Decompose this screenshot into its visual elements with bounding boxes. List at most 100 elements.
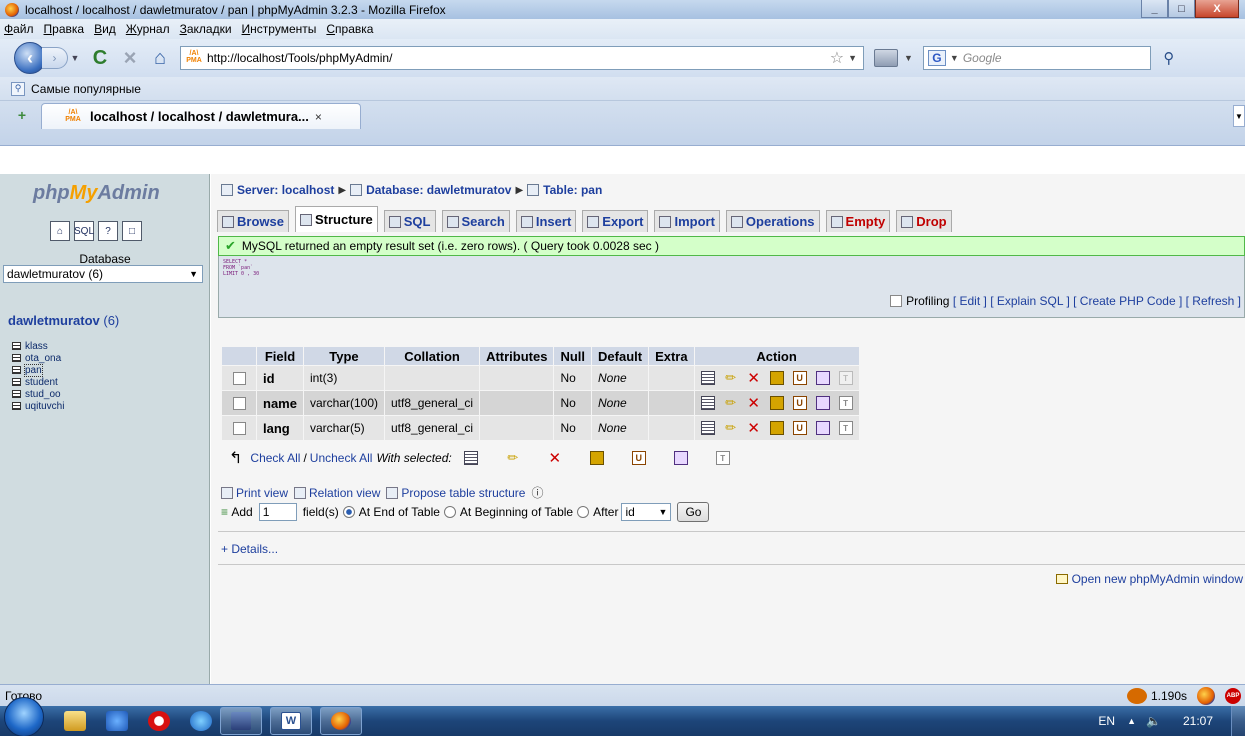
index-icon[interactable] [815,396,830,410]
menu-history[interactable]: Журнал [126,22,170,36]
adblock-icon[interactable]: ABP [1225,687,1241,704]
index-selected-icon[interactable] [673,451,688,465]
after-field-select[interactable]: id ▼ [621,503,672,521]
index-icon[interactable] [815,371,830,385]
at-beginning-radio[interactable] [443,506,456,518]
edit-selected-icon[interactable]: ✏ [506,450,520,465]
table-item-stud-oo[interactable]: stud_oo [12,388,64,400]
menu-tools[interactable]: Инструменты [242,22,317,36]
internet-explorer-icon[interactable] [190,711,212,731]
tab-import[interactable]: Import [654,210,720,232]
history-dropdown-icon[interactable]: ▼ [68,47,82,69]
clock[interactable]: 21:07 [1183,714,1213,728]
browse-values-icon[interactable] [700,421,715,435]
unique-icon[interactable]: U [792,421,807,435]
tab-browse[interactable]: Browse [217,210,289,232]
url-text[interactable]: http://localhost/Tools/phpMyAdmin/ [207,51,392,65]
google-engine-icon[interactable]: G [927,50,946,66]
print-view-link[interactable]: Print view [236,486,288,500]
new-tab-icon[interactable]: + [14,107,30,123]
browser-tab-active[interactable]: /A\ PMA localhost / localhost / dawletmur… [41,103,361,129]
drop-icon[interactable]: ✕ [747,370,761,387]
tab-insert[interactable]: Insert [515,210,577,232]
unique-selected-icon[interactable]: U [631,451,646,465]
primary-key-icon[interactable] [769,421,784,435]
breadcrumb-server[interactable]: Server: localhost [237,183,334,197]
drop-selected-icon[interactable]: ✕ [548,450,562,467]
after-radio[interactable] [577,506,590,518]
yslow-icon[interactable] [1126,687,1147,704]
explorer-icon[interactable] [64,711,86,731]
drop-icon[interactable]: ✕ [747,395,761,412]
url-bar[interactable]: /A\ PMA http://localhost/Tools/phpMyAdmin… [180,46,864,70]
search-bar[interactable]: G ▼ Google [922,46,1151,70]
edit-icon[interactable]: ✏ [724,395,738,410]
tab-close-icon[interactable]: × [315,110,322,124]
go-button[interactable]: Go [677,502,710,522]
primary-key-icon[interactable] [769,371,784,385]
bookmark-popular[interactable]: Самые популярные [31,82,141,96]
relation-view-link[interactable]: Relation view [309,486,380,500]
table-item-pan[interactable]: pan [12,363,64,377]
home-icon[interactable]: ⌂ [148,46,172,70]
browse-values-icon[interactable] [700,371,715,385]
tab-drop[interactable]: Drop [896,210,952,232]
table-item-uqituvchi[interactable]: uqituvchi [12,400,64,412]
language-indicator[interactable]: EN [1098,714,1115,728]
edit-icon[interactable]: ✏ [724,420,738,435]
taskbar-save-app[interactable] [220,707,262,735]
browse-values-icon[interactable] [700,396,715,410]
database-select[interactable]: dawletmuratov (6) ▼ [3,265,203,283]
table-item-ota-ona[interactable]: ota_ona [12,352,64,364]
reload-icon[interactable]: C [88,46,112,70]
open-new-window-link[interactable]: Open new phpMyAdmin window [1055,572,1243,586]
edit-icon[interactable]: ✏ [724,370,738,385]
fulltext-selected-icon[interactable]: T [715,451,730,465]
home-icon[interactable]: ⌂ [50,221,70,241]
media-player-icon[interactable] [106,711,128,731]
menu-edit[interactable]: Правка [44,22,85,36]
tab-list-dropdown-icon[interactable]: ▼ [1233,105,1245,127]
at-end-radio[interactable] [342,506,355,518]
primary-key-icon[interactable] [769,396,784,410]
url-dropdown-icon[interactable]: ▼ [848,53,857,63]
phpmyadmin-logo[interactable]: phpMyAdmin [33,182,160,205]
table-item-student[interactable]: student [12,376,64,388]
extension-icon[interactable] [874,49,898,67]
query-window-icon[interactable]: SQL [74,221,94,241]
database-link[interactable]: dawletmuratov (6) [8,313,119,328]
menu-view[interactable]: Вид [94,22,116,36]
close-window-button[interactable]: X [1195,0,1239,18]
field-count-input[interactable]: 1 [258,503,297,521]
tab-structure[interactable]: Structure [294,206,378,232]
search-icon[interactable]: ⚲ [1159,48,1179,68]
tab-sql[interactable]: SQL [383,210,436,232]
sql-create-php-link[interactable]: [ Create PHP Code ] [1073,294,1182,308]
taskbar-word-app[interactable]: W [270,707,312,735]
taskbar-firefox-app[interactable] [320,707,362,735]
uncheck-all-link[interactable]: Uncheck All [310,451,373,465]
help-icon[interactable]: ⓘ [531,484,543,501]
stop-icon[interactable]: × [118,45,142,70]
profiling-checkbox[interactable] [890,295,903,307]
extension-dropdown-icon[interactable]: ▼ [904,53,913,63]
search-engine-dropdown-icon[interactable]: ▼ [950,53,959,63]
breadcrumb-table[interactable]: Table: pan [543,183,602,197]
tab-export[interactable]: Export [582,210,649,232]
sql-explain-link[interactable]: [ Explain SQL ] [990,294,1070,308]
bookmark-star-icon[interactable]: ☆ [830,48,844,68]
sql-refresh-link[interactable]: [ Refresh ] [1186,294,1241,308]
breadcrumb-database[interactable]: Database: dawletmuratov [366,183,511,197]
check-all-link[interactable]: Check All [250,451,300,465]
menu-file[interactable]: Файл [4,22,34,36]
show-hidden-icons[interactable]: ▲ [1127,716,1136,726]
mysql-docs-icon[interactable]: □ [122,221,142,241]
propose-structure-link[interactable]: Propose table structure [401,486,525,500]
sql-edit-link[interactable]: [ Edit ] [953,294,987,308]
documentation-icon[interactable]: ? [98,221,118,241]
opera-icon[interactable] [148,711,170,731]
volume-icon[interactable]: 🔈 [1146,714,1161,728]
drop-icon[interactable]: ✕ [747,420,761,437]
index-icon[interactable] [815,421,830,435]
maximize-button[interactable]: □ [1168,0,1195,18]
